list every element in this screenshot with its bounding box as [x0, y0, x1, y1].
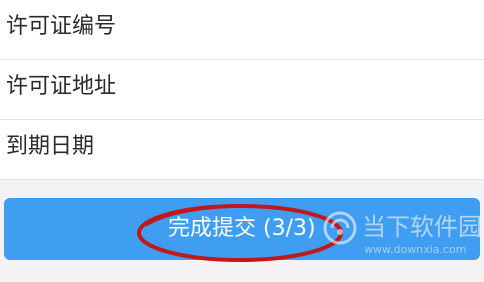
- divider: [0, 179, 484, 180]
- license-number-row[interactable]: 许可证编号: [0, 0, 484, 59]
- license-address-label: 许可证地址: [6, 74, 117, 99]
- license-address-row[interactable]: 许可证地址: [0, 60, 484, 119]
- complete-submit-label: 完成提交 (3/3): [168, 216, 316, 241]
- license-form-page: 许可证编号 许可证地址 到期日期 完成提交 (3/3) 当下软件园 www.do…: [0, 0, 484, 282]
- license-form: 许可证编号 许可证地址 到期日期: [0, 0, 484, 180]
- expiry-date-row[interactable]: 到期日期: [0, 120, 484, 179]
- expiry-date-label: 到期日期: [6, 134, 95, 159]
- complete-submit-button[interactable]: 完成提交 (3/3): [4, 198, 480, 260]
- license-number-label: 许可证编号: [6, 14, 117, 39]
